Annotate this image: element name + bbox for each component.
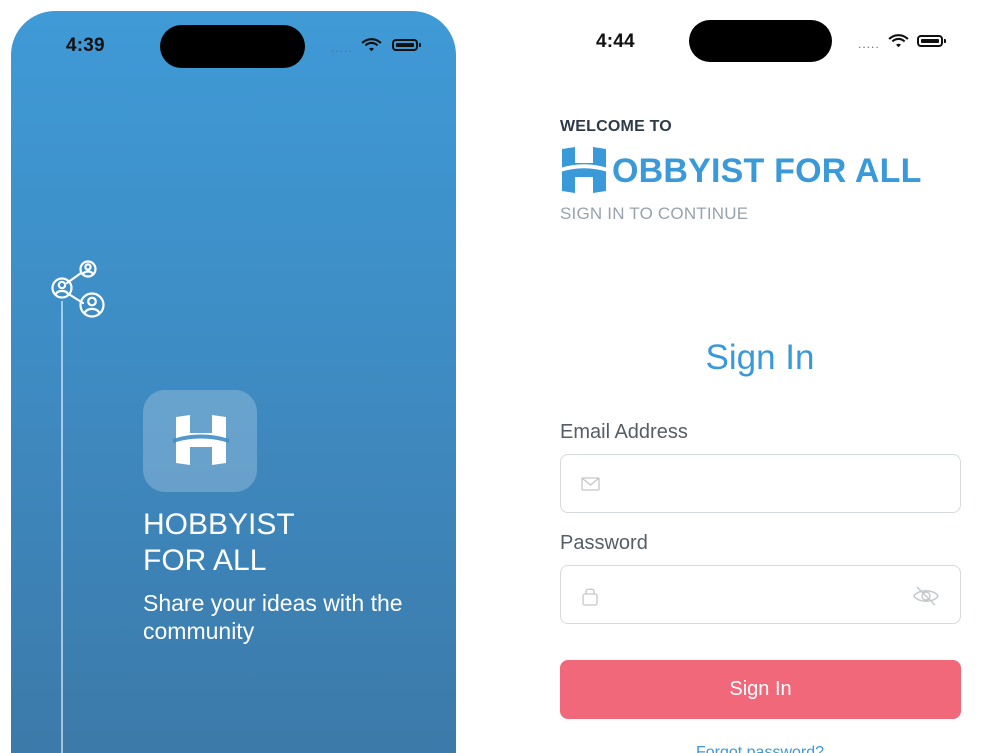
mail-icon	[581, 477, 600, 491]
splash-title-line2: FOR ALL	[143, 544, 267, 577]
status-time: 4:39	[66, 35, 105, 56]
signal-dots: .....	[331, 41, 353, 55]
splash-title-line1: HOBBYIST	[143, 508, 295, 541]
password-label: Password	[560, 532, 648, 554]
community-share-icon	[51, 260, 105, 318]
wifi-icon	[888, 34, 909, 48]
hobbyist-logo-icon	[560, 147, 608, 193]
status-bar: 4:44 .....	[540, 11, 980, 71]
splash-tagline: Share your ideas with the community	[143, 590, 403, 644]
battery-icon	[392, 39, 421, 51]
eye-slash-icon[interactable]	[912, 585, 940, 607]
brand-name: OBBYIST FOR ALL	[612, 152, 922, 190]
signin-subtitle: SIGN IN TO CONTINUE	[560, 204, 749, 223]
splash-screen: 4:39 ..... HOBBYIST FOR ALL Share your i…	[11, 11, 456, 753]
battery-icon	[917, 35, 946, 47]
signal-dots: .....	[858, 37, 880, 51]
forgot-password-link[interactable]: Forgot password?	[540, 744, 980, 753]
app-logo-tile	[143, 390, 257, 492]
signin-button[interactable]: Sign In	[560, 660, 961, 719]
password-field[interactable]	[560, 565, 961, 624]
status-bar: 4:39 .....	[11, 11, 456, 71]
status-time: 4:44	[596, 31, 635, 52]
email-input[interactable]	[607, 455, 906, 512]
password-input[interactable]	[607, 566, 906, 623]
welcome-label: WELCOME TO	[560, 118, 672, 135]
dynamic-island	[160, 25, 305, 68]
hobbyist-logo-icon	[173, 415, 229, 465]
dynamic-island	[689, 20, 832, 62]
wifi-icon	[361, 38, 382, 52]
email-label: Email Address	[560, 421, 688, 443]
lock-icon	[582, 588, 598, 606]
signin-screen: 4:44 ..... WELCOME TO OBBYIST FOR ALL SI…	[540, 11, 980, 753]
splash-app-title: HOBBYIST FOR ALL	[143, 507, 295, 579]
timeline-line	[61, 301, 63, 753]
email-field[interactable]	[560, 454, 961, 513]
signin-heading: Sign In	[705, 338, 815, 377]
